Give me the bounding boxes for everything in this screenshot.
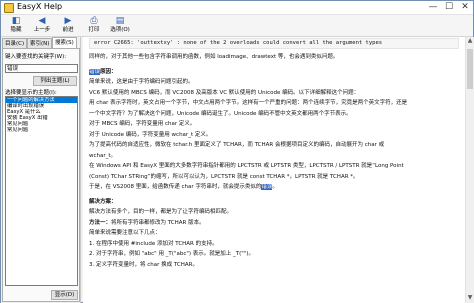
forward-button[interactable]: ▶ 前进 (57, 16, 79, 36)
back-button[interactable]: ◀ 上一步 (31, 16, 53, 36)
options-icon: ▤ (115, 16, 125, 26)
content-line: 为了提高代码的自适应性，微软在 tchar.h 里面定义了 TCHAR，而 TC… (89, 142, 385, 148)
section-heading: 解决方案： (89, 198, 117, 205)
line-tail: 。 (272, 184, 278, 190)
search-highlight: 错误 (89, 68, 101, 75)
tab-contents[interactable]: 目录(C) (2, 38, 28, 48)
content-line: 对于 MBCS 编码，字符变量用 char 定义。 (89, 121, 196, 127)
back-label: 上一步 (33, 27, 51, 33)
back-icon: ◀ (38, 16, 46, 26)
content-line: 错误原因： (89, 67, 459, 78)
show-button[interactable]: 显示(D) (51, 290, 78, 300)
content-line: 1. 在程序中使用 #include 添加对 TCHAR 的支持。 (89, 240, 218, 247)
search-pane: 键入要查找的关键字(W): 错误 列出主题(L) 选择要显示的主题(I): 一个… (2, 48, 80, 302)
scroll-down-icon[interactable]: ▼ (466, 294, 474, 302)
content-line: 对于 Unicode 编码，字符变量用 wchar_t 定义。 (89, 131, 212, 138)
content-line: 方法一：将所有字符串都修改为 TCHAR 版本。 (89, 219, 205, 226)
topic-item[interactable]: 常见问题 (6, 127, 77, 133)
content-line: VC6 默认使用的 MBCS 编码，而 VC2008 及高版本 VC 默认使用的… (89, 89, 360, 96)
content-line: 简单来说需要注意以下几点： (89, 230, 161, 236)
hide-icon: ◧ (11, 16, 21, 26)
content-line: 于是，在 VS2008 里面，给函数传递 char 字符串时，就会提示类似的错误… (89, 182, 459, 193)
tab-search[interactable]: 搜索(S) (52, 37, 77, 48)
print-icon: ⎙ (90, 16, 98, 26)
content-line: 同样的，对于其他一些包含字符串调用的函数，例如 loadimage、drawte… (89, 54, 339, 60)
content-line: 2. 对于字符串，例如 "abc" 用 _T("abc") 表示。就是加上 _T… (89, 251, 254, 257)
topic-list[interactable]: 一个问题的解决方法 编译时出现错误 EasyX 是什么 安装 EasyX 出错 常见问题… (5, 96, 78, 286)
title-bar: EasyX Help — ☐ ✕ (1, 1, 473, 15)
topic-content: error C2665: 'outtextxy' : none of the 2… (83, 37, 465, 303)
maximize-button[interactable]: ☐ (441, 1, 457, 14)
content-line: 用 char 表示字符时，英文占用一个字节，中文占用两个字节。这样有一个严重的问… (89, 100, 408, 106)
content-line: 在 Windows API 和 EasyX 里面的大多数字符串指针都用的 LPC… (89, 163, 404, 169)
scroll-up-icon[interactable]: ▲ (466, 37, 474, 45)
search-highlight: 错误 (261, 184, 273, 190)
close-button[interactable]: ✕ (457, 1, 473, 14)
hide-button[interactable]: ◧ 隐藏 (5, 16, 27, 36)
print-label: 打印 (88, 27, 100, 33)
topic-document: error C2665: 'outtextxy' : none of the 2… (89, 37, 459, 270)
app-icon (4, 3, 14, 13)
method-label: 方法一： (89, 219, 112, 226)
toolbar: ◧ 隐藏 ◀ 上一步 ▶ 前进 ⎙ 打印 ▤ 选项(O) (1, 15, 473, 37)
window-title: EasyX Help (17, 2, 63, 11)
code-block: error C2665: 'outtextxy' : none of the 2… (89, 38, 459, 49)
help-window: EasyX Help — ☐ ✕ ◧ 隐藏 ◀ 上一步 ▶ 前进 ⎙ 打印 ▤ … (0, 0, 474, 303)
content-line: wchar_t。 (89, 152, 117, 159)
content-scrollbar[interactable]: ▲ ▼ (465, 37, 474, 303)
print-button[interactable]: ⎙ 打印 (83, 16, 105, 36)
content-line: (Const) TChar STRing”的缩写，所以可以认为，LPCTSTR … (89, 173, 359, 180)
line-text: 于是，在 VS2008 里面，给函数传递 char 字符串时，就会提示类似的 (89, 184, 262, 190)
keyword-input[interactable]: 错误 (5, 64, 78, 73)
navigation-pane: 目录(C) 索引(N) 搜索(S) 键入要查找的关键字(W): 错误 列出主题(… (1, 37, 81, 303)
heading-text: 原因： (100, 68, 117, 75)
list-topics-button[interactable]: 列出主题(L) (33, 76, 77, 86)
content-line: 解决方法有多个，目的一样，都是为了让字符编码相匹配。 (89, 209, 233, 215)
options-button[interactable]: ▤ 选项(O) (109, 16, 131, 36)
forward-icon: ▶ (64, 16, 72, 26)
content-line: 3. 定义字符变量时，将 char 换成 TCHAR。 (89, 261, 198, 268)
scroll-thumb[interactable] (467, 49, 473, 89)
tab-index[interactable]: 索引(N) (27, 38, 53, 48)
hide-label: 隐藏 (10, 27, 22, 33)
options-label: 选项(O) (110, 27, 130, 33)
content-line: 简单来说，这是由于字符编码问题引起的。 (89, 79, 194, 85)
topics-label: 选择要显示的主题(I): (5, 90, 57, 96)
keyword-label: 键入要查找的关键字(W): (5, 54, 67, 60)
nav-tabs: 目录(C) 索引(N) 搜索(S) (2, 37, 80, 48)
content-line: 一个中文字符？为了解决这个问题，Unicode 编码诞生了。Unicode 编码… (89, 110, 352, 117)
minimize-button[interactable]: — (425, 1, 441, 14)
forward-label: 前进 (62, 27, 74, 33)
